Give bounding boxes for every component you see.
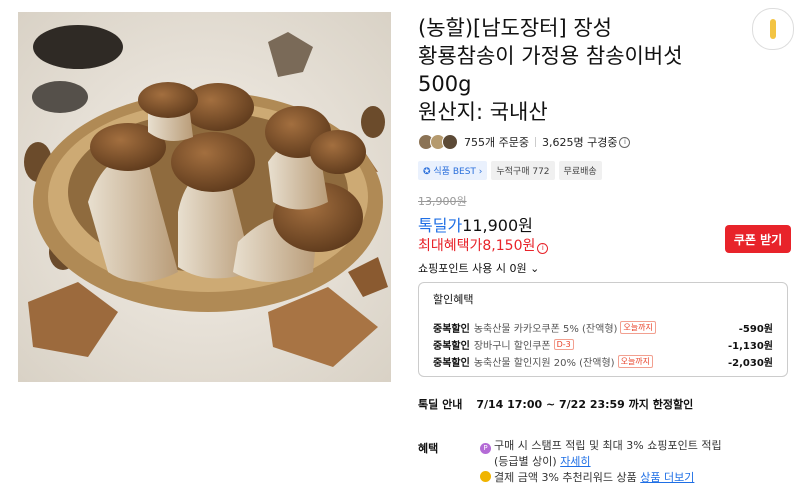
max-benefit-text: 최대혜택가8,150원 — [418, 238, 536, 254]
product-image — [18, 12, 391, 382]
discount-label: 중복할인 — [433, 324, 470, 335]
details-link[interactable]: 자세히 — [560, 455, 590, 468]
activity-row: 755개 주문중 3,625명 구경중 i — [418, 134, 631, 150]
benefit-text: 구매 시 스탬프 적립 및 최대 3% 쇼핑포인트 적립 — [494, 439, 722, 452]
product-title-line: (농할)[남도장터] 장성 — [418, 16, 613, 40]
avatar — [442, 134, 458, 150]
best-badge-label: 식품 BEST — [433, 167, 476, 177]
discount-name: 농축산물 카카오쿠폰 5% (잔액형) — [473, 324, 618, 335]
buyer-avatars — [418, 134, 458, 150]
discount-amount: -2,030원 — [728, 358, 773, 369]
deal-value: 11,900원 — [462, 216, 533, 235]
discount-tag: 오늘까지 — [617, 355, 654, 368]
viewer-count: 3,625명 구경중 — [541, 136, 618, 149]
product-title-line: 황룡참송이 가정용 참송이버섯 — [418, 44, 683, 68]
benefit-item: 결제 금액 3% 추천리워드 상품 상품 더보기 — [480, 470, 780, 486]
badge-row: ✪ 식품 BEST › 누적구매 772 무료배송 — [418, 161, 602, 180]
discount-box: 할인혜택 중복할인 농축산물 카카오쿠폰 5% (잔액형) 오늘까지 -590원… — [418, 282, 788, 377]
discount-row: 중복할인 농축산물 카카오쿠폰 5% (잔액형) 오늘까지 -590원 — [433, 319, 773, 336]
points-text: 쇼핑포인트 사용 시 0원 — [418, 262, 527, 275]
best-icon: ✪ — [423, 167, 434, 177]
free-shipping-badge: 무료배송 — [558, 161, 602, 180]
discount-title: 할인혜택 — [433, 293, 474, 306]
cumulative-badge: 누적구매 772 — [491, 161, 555, 180]
more-products-link[interactable]: 상품 더보기 — [640, 471, 694, 484]
max-benefit-price: 최대혜택가8,150원 i — [418, 235, 549, 255]
product-title-line: 500g — [418, 72, 472, 96]
discount-name: 농축산물 할인지원 20% (잔액형) — [473, 358, 615, 369]
benefit-text: 결제 금액 3% 추천리워드 상품 — [494, 471, 637, 484]
deal-price: 톡딜가11,900원 — [418, 212, 533, 236]
discount-tag: D-3 — [553, 339, 574, 350]
benefit-label: 혜택 — [418, 442, 439, 455]
deal-info-label: 톡딜 안내 — [418, 398, 463, 411]
product-title: (농할)[남도장터] 장성 황룡참송이 가정용 참송이버섯 500g 원산지: … — [418, 14, 738, 126]
benefit-list: P 구매 시 스탬프 적립 및 최대 3% 쇼핑포인트 적립 (등급별 상이) 자… — [480, 438, 780, 486]
benefit-item: P 구매 시 스탬프 적립 및 최대 3% 쇼핑포인트 적립 — [480, 438, 780, 454]
info-icon[interactable]: i — [619, 136, 631, 148]
info-icon[interactable]: i — [537, 243, 549, 254]
discount-label: 중복할인 — [433, 341, 470, 352]
benefit-item-sub: (등급별 상이) 자세히 — [480, 454, 780, 470]
chevron-down-icon: ⌄ — [526, 262, 540, 275]
discount-amount: -590원 — [738, 324, 773, 335]
original-price: 13,900원 — [418, 195, 467, 208]
deal-period: 7/14 17:00 ~ 7/22 23:59 까지 한정할인 — [476, 398, 694, 411]
discount-tag: 오늘까지 — [620, 321, 656, 334]
order-count: 755개 주문중 — [464, 136, 529, 149]
side-panel-toggle[interactable] — [752, 8, 794, 50]
divider — [534, 137, 536, 147]
benefit-note: (등급별 상이) — [494, 455, 557, 468]
best-badge[interactable]: ✪ 식품 BEST › — [418, 161, 488, 180]
discount-amount: -1,130원 — [728, 341, 773, 352]
reward-icon — [480, 471, 491, 482]
discount-row: 중복할인 장바구니 할인쿠폰 D-3 -1,130원 — [433, 336, 773, 353]
discount-label: 중복할인 — [433, 358, 470, 369]
deal-info: 톡딜 안내 7/14 17:00 ~ 7/22 23:59 까지 한정할인 — [418, 396, 693, 412]
discount-name: 장바구니 할인쿠폰 — [473, 341, 551, 352]
points-toggle[interactable]: 쇼핑포인트 사용 시 0원 ⌄ — [418, 260, 539, 276]
point-icon: P — [480, 443, 491, 454]
side-toggle-icon — [770, 19, 776, 39]
coupon-button[interactable]: 쿠폰 받기 — [725, 225, 791, 253]
discount-row: 중복할인 농축산물 할인지원 20% (잔액형) 오늘까지 -2,030원 — [433, 353, 773, 370]
deal-label: 톡딜가 — [418, 216, 463, 235]
origin-line: 원산지: 국내산 — [418, 100, 548, 124]
